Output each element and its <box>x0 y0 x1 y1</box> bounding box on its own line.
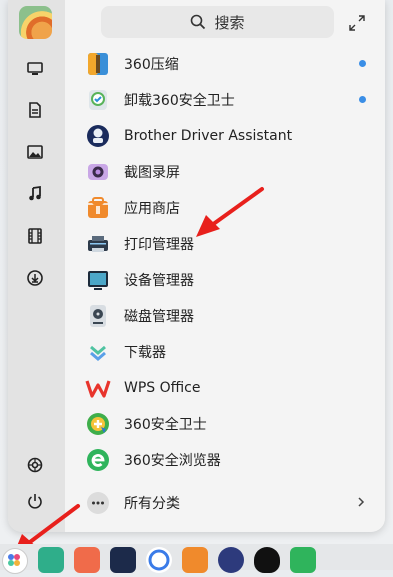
wps-icon <box>85 375 111 401</box>
music-note-icon[interactable] <box>26 185 44 203</box>
app-label: 360安全浏览器 <box>124 453 221 469</box>
expand-icon[interactable] <box>348 14 366 32</box>
app-item-brother-driver[interactable]: Brother Driver Assistant <box>83 119 373 153</box>
app-label: 磁盘管理器 <box>124 309 194 325</box>
archive-icon <box>85 51 111 77</box>
more-icon <box>85 490 111 516</box>
document-icon[interactable] <box>26 101 44 119</box>
power-icon[interactable] <box>26 492 44 510</box>
app-label: WPS Office <box>124 380 201 396</box>
uninstall-icon <box>85 87 111 113</box>
app-label: 下载器 <box>124 345 166 361</box>
monitor-icon[interactable] <box>26 60 44 78</box>
multitask-icon[interactable] <box>38 547 64 573</box>
search-label: 搜索 <box>214 13 245 32</box>
app-store-icon <box>85 195 111 221</box>
all-categories-label: 所有分类 <box>124 496 180 512</box>
app-item-print-manager[interactable]: 打印管理器 <box>83 227 373 261</box>
control-center-icon[interactable] <box>218 547 244 573</box>
app-label: 360安全卫士 <box>124 417 207 433</box>
app-item-screenshot[interactable]: 截图录屏 <box>83 155 373 189</box>
device-manager-icon <box>85 267 111 293</box>
app-item-downloader[interactable]: 下载器 <box>83 335 373 369</box>
new-badge-dot <box>359 96 366 103</box>
downloader-icon <box>85 339 111 365</box>
browser-360-icon[interactable] <box>290 547 316 573</box>
app-item-uninstall-360[interactable]: 卸载360安全卫士 <box>83 83 373 117</box>
app-label: 360压缩 <box>124 57 179 73</box>
app-label: 卸载360安全卫士 <box>124 93 235 109</box>
sidebar <box>8 0 65 532</box>
taskbar <box>0 544 393 574</box>
settings-icon[interactable] <box>26 456 44 474</box>
file-manager-icon[interactable] <box>74 547 100 573</box>
brother-icon <box>85 123 111 149</box>
user-avatar[interactable] <box>19 6 52 39</box>
app-item-360-security[interactable]: 360安全卫士 <box>83 407 373 441</box>
security-center-icon[interactable] <box>110 547 136 573</box>
search-box[interactable]: 搜索 <box>101 6 334 38</box>
app-label: 应用商店 <box>124 201 180 217</box>
app-label: 截图录屏 <box>124 165 180 181</box>
printer-icon <box>85 231 111 257</box>
image-icon[interactable] <box>26 143 44 161</box>
app-item-wps-office[interactable]: WPS Office <box>83 371 373 405</box>
app-item-device-manager[interactable]: 设备管理器 <box>83 263 373 297</box>
chevron-right-icon[interactable] <box>356 496 366 508</box>
app-item-360-compress[interactable]: 360压缩 <box>83 47 373 81</box>
qq-icon[interactable] <box>254 547 280 573</box>
app-label: 设备管理器 <box>124 273 194 289</box>
film-icon[interactable] <box>26 227 44 245</box>
search-icon <box>191 14 206 30</box>
shield-360-icon <box>85 411 111 437</box>
app-label: Brother Driver Assistant <box>124 128 293 144</box>
browser-360-icon <box>85 447 111 473</box>
screenshot-icon <box>85 159 111 185</box>
all-categories[interactable]: 所有分类 <box>83 486 373 520</box>
app-item-360-browser[interactable]: 360安全浏览器 <box>83 443 373 477</box>
disk-manager-icon <box>85 303 111 329</box>
new-badge-dot <box>359 60 366 67</box>
app-store-icon[interactable] <box>182 547 208 573</box>
app-label: 打印管理器 <box>124 237 194 253</box>
launcher-icon[interactable] <box>2 548 28 574</box>
browser-icon[interactable] <box>146 547 172 573</box>
app-item-disk-manager[interactable]: 磁盘管理器 <box>83 299 373 333</box>
app-item-app-store[interactable]: 应用商店 <box>83 191 373 225</box>
download-icon[interactable] <box>26 269 44 287</box>
